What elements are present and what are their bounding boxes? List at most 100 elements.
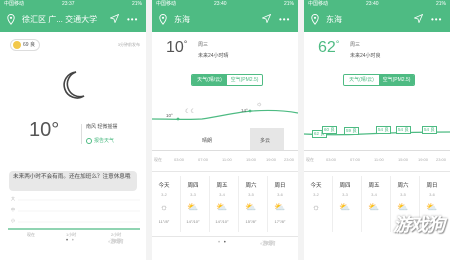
app-header: 东海 ••• — [152, 8, 298, 32]
column-divider — [238, 176, 239, 232]
day-label[interactable]: 周六 — [239, 181, 263, 189]
temp-range: 14°/10° — [215, 219, 229, 224]
more-icon[interactable]: ••• — [127, 16, 138, 24]
wind-text: 南风 轻微摇摆 — [86, 124, 118, 130]
partly-cloudy-icon: ⛅ — [339, 202, 351, 212]
time-label: 15:00 — [246, 157, 257, 162]
divider — [152, 236, 298, 237]
watermark-small: ◐ 游戏狗 — [108, 239, 123, 245]
battery: 21% — [131, 1, 142, 7]
temperature-line — [152, 109, 298, 121]
condition-label: 多云 — [260, 138, 271, 144]
battery: 21% — [435, 1, 446, 7]
day-label[interactable]: 今天 — [152, 181, 176, 189]
partly-cloudy-icon: ⛅ — [245, 202, 257, 212]
tab-air[interactable]: 空气(PM2.5) — [227, 75, 262, 85]
time-label: 15:00 — [398, 157, 409, 162]
location-title[interactable]: 徐汇区 广... 交通大学 — [22, 14, 97, 26]
time-label: 07:00 — [198, 157, 209, 162]
day-label[interactable]: 周四 — [333, 181, 357, 189]
column-divider — [361, 176, 362, 232]
page-indicator[interactable]: • • — [218, 240, 227, 246]
day-label[interactable]: 今天 — [304, 181, 328, 189]
phone-screen-24h-weather: 中国移动 23:40 21% 东海 ••• 10° 周三 未来24小时晴 天气(… — [152, 0, 298, 260]
tab-weather[interactable]: 天气(晴/云) — [344, 75, 379, 85]
app-header: 东海 ••• — [304, 8, 450, 32]
time-label: 19:00 — [418, 157, 429, 162]
date-label: 3-5 — [248, 192, 254, 197]
tab-air[interactable]: 空气(PM2.5) — [379, 75, 414, 85]
time-label: 23:00 — [284, 157, 295, 162]
aqi-badge[interactable]: 69 良 — [10, 39, 40, 51]
date-label: 3-6 — [429, 192, 435, 197]
clock: 23:37 — [62, 1, 75, 7]
aqi-point-label: 54 良 — [376, 126, 391, 134]
clock: 23:40 — [366, 1, 379, 7]
day-label[interactable]: 周六 — [391, 181, 415, 189]
rain-forecast-bubble: 未来两小时不会有雨。还在加班么？注意休息哦 — [9, 171, 137, 191]
weekday: 周三 — [350, 42, 361, 48]
report-weather-link[interactable]: 报告天气 — [86, 137, 114, 144]
date-label: 3-3 — [342, 192, 348, 197]
location-pin-icon[interactable] — [7, 14, 15, 25]
day-label[interactable]: 周日 — [268, 181, 292, 189]
day-label[interactable]: 周五 — [210, 181, 234, 189]
divider — [304, 150, 450, 151]
column-divider — [180, 176, 181, 232]
clock: 23:40 — [214, 1, 227, 7]
status-bar: 中国移动 23:40 21% — [152, 0, 298, 8]
battery: 21% — [283, 1, 294, 7]
divider — [304, 171, 450, 172]
app-header: 徐汇区 广... 交通大学 ••• — [0, 8, 146, 32]
temp-point — [248, 109, 252, 113]
day-label[interactable]: 周四 — [181, 181, 205, 189]
time-label: 03:00 — [174, 157, 185, 162]
partly-cloudy-icon: ⛅ — [368, 202, 380, 212]
aqi-point-label: 60 良 — [322, 126, 337, 134]
time-label: 23:00 — [436, 157, 447, 162]
share-icon[interactable] — [262, 14, 271, 23]
location-pin-icon[interactable] — [311, 14, 319, 25]
tab-weather[interactable]: 天气(晴/云) — [192, 75, 227, 85]
date-label: 3-4 — [219, 192, 225, 197]
forecast-summary: 未来24小时晴 — [198, 53, 229, 59]
column-divider — [209, 176, 210, 232]
condition-label: 晴朗 — [202, 138, 213, 144]
date-label: 3-5 — [400, 192, 406, 197]
aqi-point-label: 54 良 — [422, 126, 437, 134]
moon-small-icon: ☾☾ — [185, 109, 196, 115]
published-time: 3分钟前发布 — [117, 42, 140, 47]
x-label: 现在 — [27, 232, 35, 237]
column-divider — [267, 176, 268, 232]
page-indicator[interactable]: • • — [66, 238, 75, 244]
carrier: 中国移动 — [308, 1, 329, 7]
share-icon[interactable] — [110, 14, 119, 23]
day-label[interactable]: 周五 — [362, 181, 386, 189]
time-label: 07:00 — [350, 157, 361, 162]
column-divider — [332, 176, 333, 232]
status-bar: 中国移动 23:37 21% — [0, 0, 146, 8]
time-label: 11:00 — [374, 157, 384, 162]
date-label: 3-2 — [313, 192, 319, 197]
more-icon[interactable]: ••• — [431, 16, 442, 24]
day-label[interactable]: 周日 — [420, 181, 444, 189]
temp-range: 15°/8° — [245, 219, 257, 224]
aqi-point-label: 54 良 — [396, 126, 411, 134]
phone-screen-now: 中国移动 23:37 21% 徐汇区 广... 交通大学 ••• 69 良 3分… — [0, 0, 146, 260]
more-icon[interactable]: ••• — [279, 16, 290, 24]
temperature-24h-chart — [152, 109, 298, 121]
partly-cloudy-icon: ⛅ — [216, 202, 228, 212]
divider — [152, 171, 298, 172]
time-label: 19:00 — [266, 157, 277, 162]
divider — [81, 124, 82, 144]
time-label: 现在 — [154, 157, 162, 162]
temp-point — [176, 117, 180, 121]
location-pin-icon[interactable] — [159, 14, 167, 25]
sunny-icon: ☼ — [311, 202, 321, 212]
time-label: 现在 — [306, 157, 314, 162]
temp-range: 11°/8° — [158, 219, 170, 224]
location-title[interactable]: 东海 — [326, 14, 342, 26]
weekday: 周三 — [198, 42, 209, 48]
share-icon[interactable] — [414, 14, 423, 23]
location-title[interactable]: 东海 — [174, 14, 190, 26]
